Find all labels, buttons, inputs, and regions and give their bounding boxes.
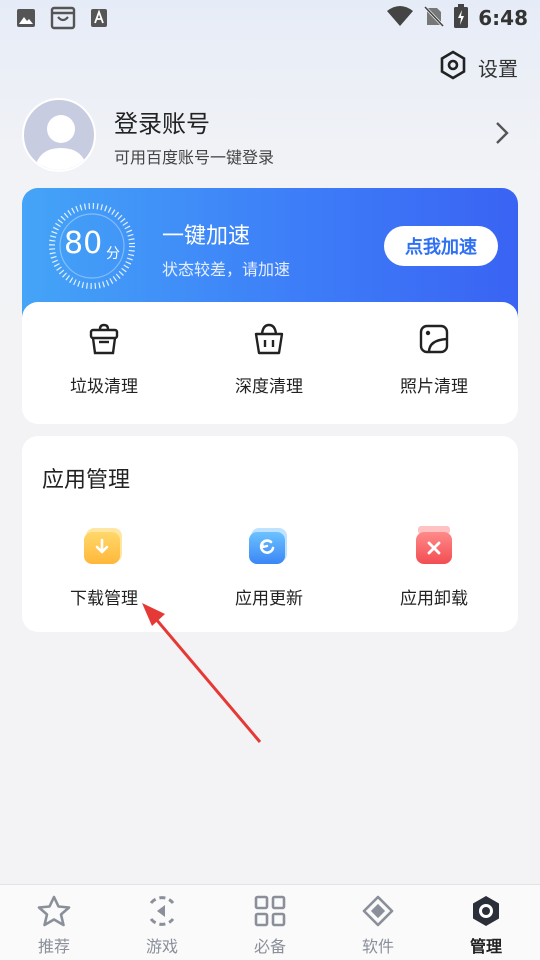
star-icon [37, 895, 71, 927]
tab-label: 软件 [361, 937, 394, 956]
tab-label: 管理 [469, 937, 502, 956]
tab-software[interactable]: 软件 [324, 895, 432, 957]
tab-games[interactable]: 游戏 [108, 895, 216, 957]
grid-icon [254, 895, 286, 927]
tab-essentials[interactable]: 必备 [216, 895, 324, 957]
bottom-nav: 推荐 游戏 必备 软件 管理 [0, 884, 540, 960]
annotation-arrow [142, 603, 262, 743]
tab-label: 必备 [253, 937, 286, 956]
game-icon [149, 896, 175, 926]
tab-recommend[interactable]: 推荐 [0, 895, 108, 957]
tab-label: 推荐 [37, 937, 70, 956]
tab-label: 游戏 [145, 937, 178, 956]
diamond-icon [362, 895, 394, 927]
tab-manage[interactable]: 管理 [432, 895, 540, 957]
manage-icon [473, 896, 499, 926]
